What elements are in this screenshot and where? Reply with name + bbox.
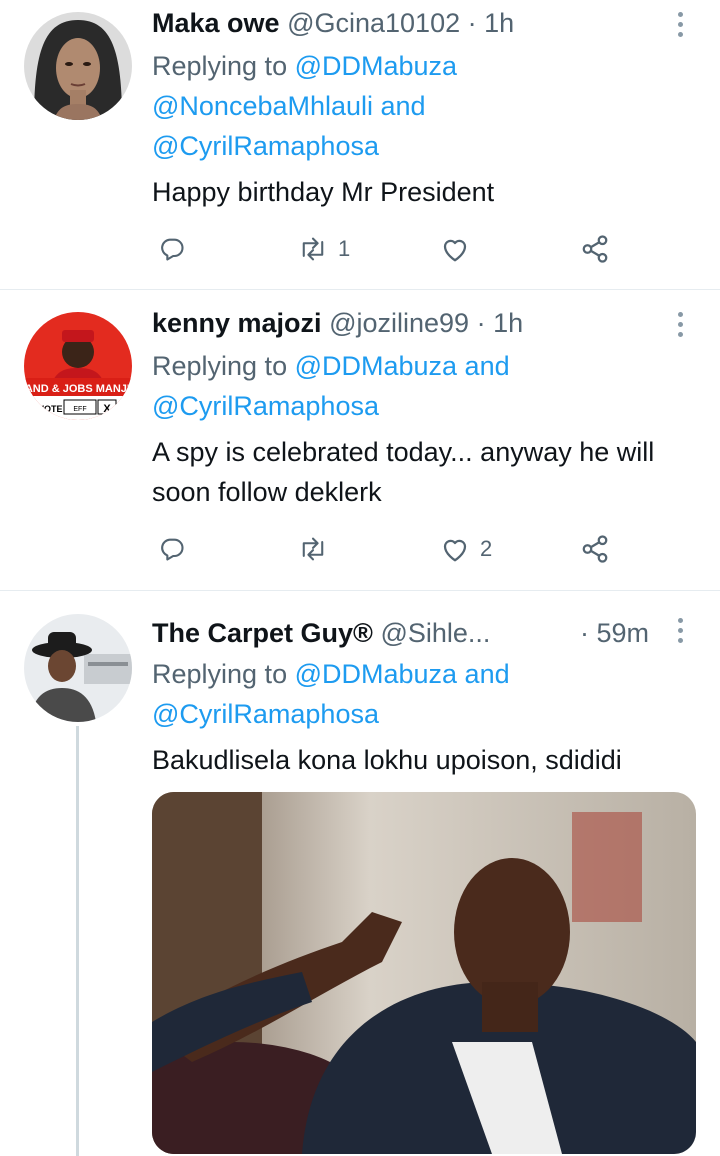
thread-line xyxy=(76,726,79,1156)
replying-to: Replying to @DDMabuza and xyxy=(152,659,510,689)
tweet-2[interactable]: LAND & JOBS MANJE! VOTE EFF X kenny majo… xyxy=(0,290,720,590)
tweet-header: Maka owe @Gcina10102 · 1h xyxy=(152,8,514,39)
tweet-text: Happy birthday Mr President xyxy=(152,177,495,207)
svg-text:VOTE: VOTE xyxy=(38,404,63,414)
retweet-icon xyxy=(302,537,324,561)
divider xyxy=(0,590,720,591)
more-vertical-icon[interactable] xyxy=(678,618,684,648)
handle[interactable]: @Gcina10102 xyxy=(287,8,460,38)
share-icon xyxy=(582,235,608,263)
retweet-count: 1 xyxy=(338,236,351,261)
display-name[interactable]: The Carpet Guy® xyxy=(152,618,373,648)
avatar[interactable]: LAND & JOBS MANJE! VOTE EFF X xyxy=(24,312,132,420)
like-button[interactable]: 2 xyxy=(440,534,492,564)
avatar[interactable] xyxy=(24,614,132,722)
retweet-icon xyxy=(302,237,324,261)
timestamp[interactable]: · 1h xyxy=(468,8,515,38)
svg-text:X: X xyxy=(103,403,111,415)
svg-text:LAND & JOBS MANJE!: LAND & JOBS MANJE! xyxy=(24,383,132,395)
retweet-button[interactable] xyxy=(298,534,328,564)
like-button[interactable] xyxy=(440,234,470,264)
tweet-text: Bakudlisela kona lokhu upoison, sdididi xyxy=(152,745,622,775)
heart-icon xyxy=(443,239,467,262)
more-vertical-icon[interactable] xyxy=(678,12,684,42)
display-name[interactable]: Maka owe xyxy=(152,8,280,38)
tweet-header: kenny majozi @joziline99 · 1h xyxy=(152,308,523,339)
like-count: 2 xyxy=(480,536,493,561)
mention-link[interactable]: @CyrilRamaphosa xyxy=(152,694,379,734)
tweet-header: The Carpet Guy® @Sihle... xyxy=(152,618,490,649)
mention-link[interactable]: @DDMabuza xyxy=(295,51,457,81)
svg-text:EFF: EFF xyxy=(73,406,86,413)
tweet-1[interactable]: Maka owe @Gcina10102 · 1h Replying to @D… xyxy=(0,0,720,288)
tweet-actions: 1 xyxy=(158,234,618,264)
display-name[interactable]: kenny majozi xyxy=(152,308,322,338)
avatar[interactable] xyxy=(24,12,132,120)
reply-button[interactable] xyxy=(158,234,186,264)
replying-to: Replying to @DDMabuza and xyxy=(152,351,510,381)
mention-link[interactable]: @DDMabuza and xyxy=(295,659,510,689)
reply-button[interactable] xyxy=(158,534,186,564)
tweet-media-photo[interactable] xyxy=(152,792,696,1154)
handle[interactable]: @joziline99 xyxy=(329,308,469,338)
retweet-button[interactable]: 1 xyxy=(298,234,350,264)
heart-icon xyxy=(443,539,467,562)
share-button[interactable] xyxy=(580,534,610,564)
timestamp[interactable]: · 1h xyxy=(477,308,524,338)
mention-link[interactable]: @NoncebaMhlauli and xyxy=(152,86,426,126)
replying-to: Replying to @DDMabuza xyxy=(152,51,458,81)
mention-link[interactable]: @CyrilRamaphosa xyxy=(152,126,379,166)
tweet-actions: 2 xyxy=(158,534,618,564)
handle[interactable]: @Sihle... xyxy=(380,618,490,648)
mention-link[interactable]: @CyrilRamaphosa xyxy=(152,386,379,426)
share-button[interactable] xyxy=(580,234,610,264)
share-icon xyxy=(582,535,608,563)
timestamp[interactable]: · 59m xyxy=(580,618,649,649)
reply-icon xyxy=(161,238,184,261)
more-vertical-icon[interactable] xyxy=(678,312,684,342)
mention-link[interactable]: @DDMabuza and xyxy=(295,351,510,381)
tweet-text: A spy is celebrated today... anyway he w… xyxy=(152,437,655,507)
reply-icon xyxy=(161,538,184,561)
